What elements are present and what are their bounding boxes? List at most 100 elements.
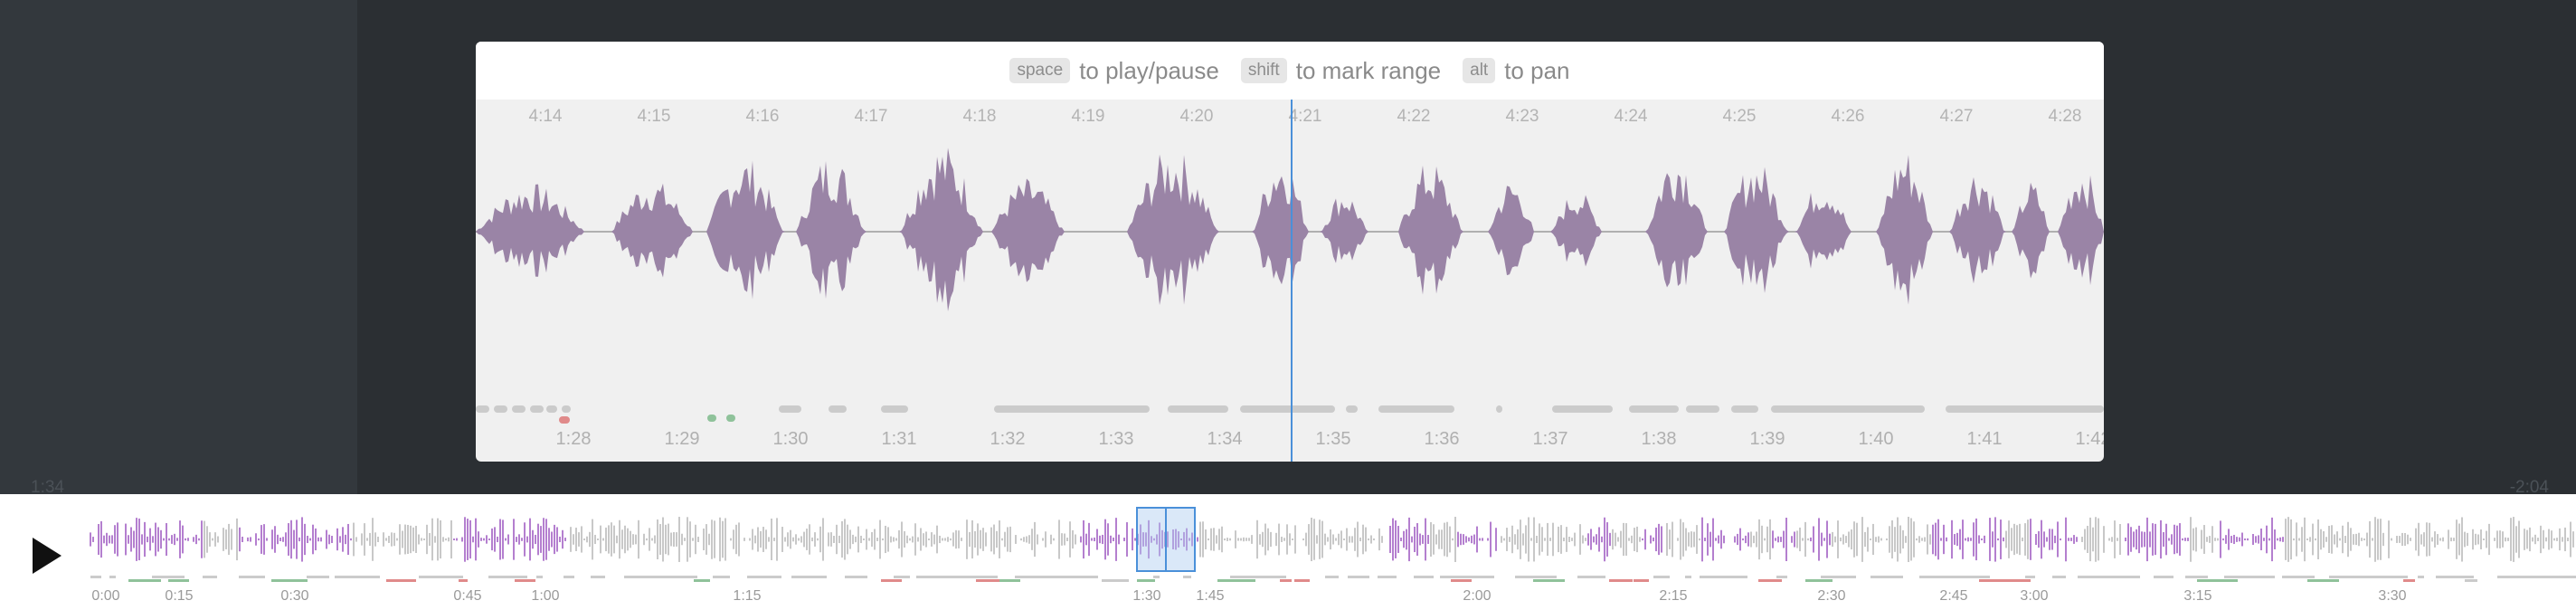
segment-marker[interactable] — [779, 405, 801, 413]
segment-marker[interactable] — [1346, 405, 1358, 413]
ruler-tick: 4:17 — [854, 107, 888, 126]
segment-marker[interactable] — [1686, 405, 1719, 413]
ruler-tick: 1:32 — [990, 429, 1026, 449]
overview-tick: 0:15 — [165, 588, 194, 604]
ruler-tick: 1:40 — [1858, 429, 1894, 449]
overview-segment — [1015, 576, 1046, 578]
segment-marker-highlight[interactable] — [559, 416, 570, 424]
ruler-tick: 1:30 — [772, 429, 809, 449]
overview-segment — [1451, 579, 1472, 582]
overview-segment — [1956, 576, 1990, 578]
overview-tick: 2:45 — [1939, 588, 1968, 604]
segment-marker[interactable] — [994, 405, 1150, 413]
overview-segment — [1919, 576, 1960, 578]
bottom-time-ruler: 1:28 1:29 1:30 1:31 1:32 1:33 1:34 1:35 … — [476, 429, 2104, 456]
hint-text: to pan — [1504, 56, 1570, 84]
ruler-tick: 1:41 — [1966, 429, 2003, 449]
overview-segment — [2510, 576, 2545, 578]
top-time-ruler: 4:14 4:15 4:16 4:17 4:18 4:19 4:20 4:21 … — [476, 107, 2104, 134]
segment-marker[interactable] — [881, 405, 908, 413]
segment-marker[interactable] — [1946, 405, 2104, 413]
overview-segment — [2418, 576, 2424, 578]
overview-segment — [152, 576, 185, 578]
overview-segment — [1217, 579, 1255, 582]
overview-segment — [1294, 579, 1310, 582]
ruler-tick: 1:39 — [1749, 429, 1785, 449]
segment-marker[interactable] — [1552, 405, 1613, 413]
segment-marker[interactable] — [1731, 405, 1758, 413]
overview-segment — [624, 576, 654, 578]
overview-segment — [976, 579, 1002, 582]
overview-segment — [1378, 576, 1397, 578]
segment-marker[interactable] — [476, 405, 489, 413]
overview-segment — [2025, 576, 2035, 578]
overview-segment — [1776, 576, 1787, 578]
overview-segment — [1883, 576, 1903, 578]
segment-marker[interactable] — [1771, 405, 1925, 413]
playhead[interactable] — [1291, 100, 1293, 462]
waveform-editor[interactable]: space to play/pause shift to mark range … — [476, 42, 2104, 462]
overview-segment — [2282, 576, 2315, 578]
waveform[interactable] — [476, 132, 2104, 395]
overview-segment — [1735, 576, 1747, 578]
segment-marker[interactable] — [546, 405, 557, 413]
overview-tick: 3:15 — [2183, 588, 2212, 604]
overview-segment — [2121, 576, 2140, 578]
hint-text: to mark range — [1295, 56, 1442, 84]
segment-marker[interactable] — [562, 405, 571, 413]
overview-segment — [999, 579, 1020, 582]
overview-segment — [203, 576, 217, 578]
overview-segment — [1700, 576, 1736, 578]
overview-tick: 1:30 — [1132, 588, 1161, 604]
ruler-tick: 4:20 — [1179, 107, 1214, 126]
keyboard-hints: space to play/pause shift to mark range … — [476, 42, 2104, 100]
overview-segment — [459, 579, 468, 582]
overview-segment — [2154, 576, 2174, 578]
segment-marker[interactable] — [829, 405, 847, 413]
overview-segment — [1758, 579, 1782, 582]
ruler-tick: 4:27 — [1939, 107, 1974, 126]
overview-segment — [1079, 576, 1098, 578]
overview-waveform[interactable] — [0, 494, 2576, 585]
overview-segment — [437, 576, 463, 578]
overview-segment — [1261, 576, 1286, 578]
segment-marker[interactable] — [1378, 405, 1454, 413]
overview-segment — [2368, 576, 2408, 578]
overview-segment — [1280, 579, 1292, 582]
overview-segment — [881, 579, 902, 582]
ruler-tick: 4:26 — [1831, 107, 1865, 126]
overview-segment — [713, 576, 730, 578]
ruler-tick: 4:14 — [528, 107, 563, 126]
overview-tick: 1:15 — [733, 588, 762, 604]
segment-marker-highlight[interactable] — [726, 415, 735, 422]
ruler-tick: 4:25 — [1722, 107, 1757, 126]
overview-tick: 2:00 — [1463, 588, 1492, 604]
overview-segment — [2052, 576, 2066, 578]
ruler-tick: 4:21 — [1288, 107, 1322, 126]
segment-marker[interactable] — [1496, 405, 1502, 413]
ruler-tick: 1:31 — [881, 429, 917, 449]
overview-segment — [1805, 579, 1833, 582]
overview-segment — [307, 576, 329, 578]
segment-marker[interactable] — [1168, 405, 1228, 413]
overview-strip[interactable]: 0:00 0:15 0:30 0:45 1:00 1:15 1:30 1:45 … — [0, 494, 2576, 610]
ruler-tick: 1:38 — [1641, 429, 1677, 449]
overview-segment — [1440, 576, 1480, 578]
overview-segment — [2545, 576, 2576, 578]
segment-marker[interactable] — [1629, 405, 1679, 413]
overview-segment — [2403, 579, 2415, 582]
segment-marker[interactable] — [494, 405, 507, 413]
overview-segment — [1834, 576, 1856, 578]
segment-marker-highlight[interactable] — [707, 415, 716, 422]
overview-playhead — [1165, 507, 1167, 572]
overview-segment — [239, 576, 265, 578]
overview-segment — [1577, 576, 1605, 578]
segment-marker[interactable] — [512, 405, 526, 413]
segment-marker[interactable] — [530, 405, 544, 413]
space-key-badge: space — [1009, 58, 1071, 83]
overview-segment — [964, 576, 998, 578]
ruler-tick: 4:16 — [745, 107, 780, 126]
segment-marker[interactable] — [1240, 405, 1335, 413]
segment-track[interactable] — [476, 404, 2104, 431]
ruler-tick: 4:19 — [1071, 107, 1105, 126]
